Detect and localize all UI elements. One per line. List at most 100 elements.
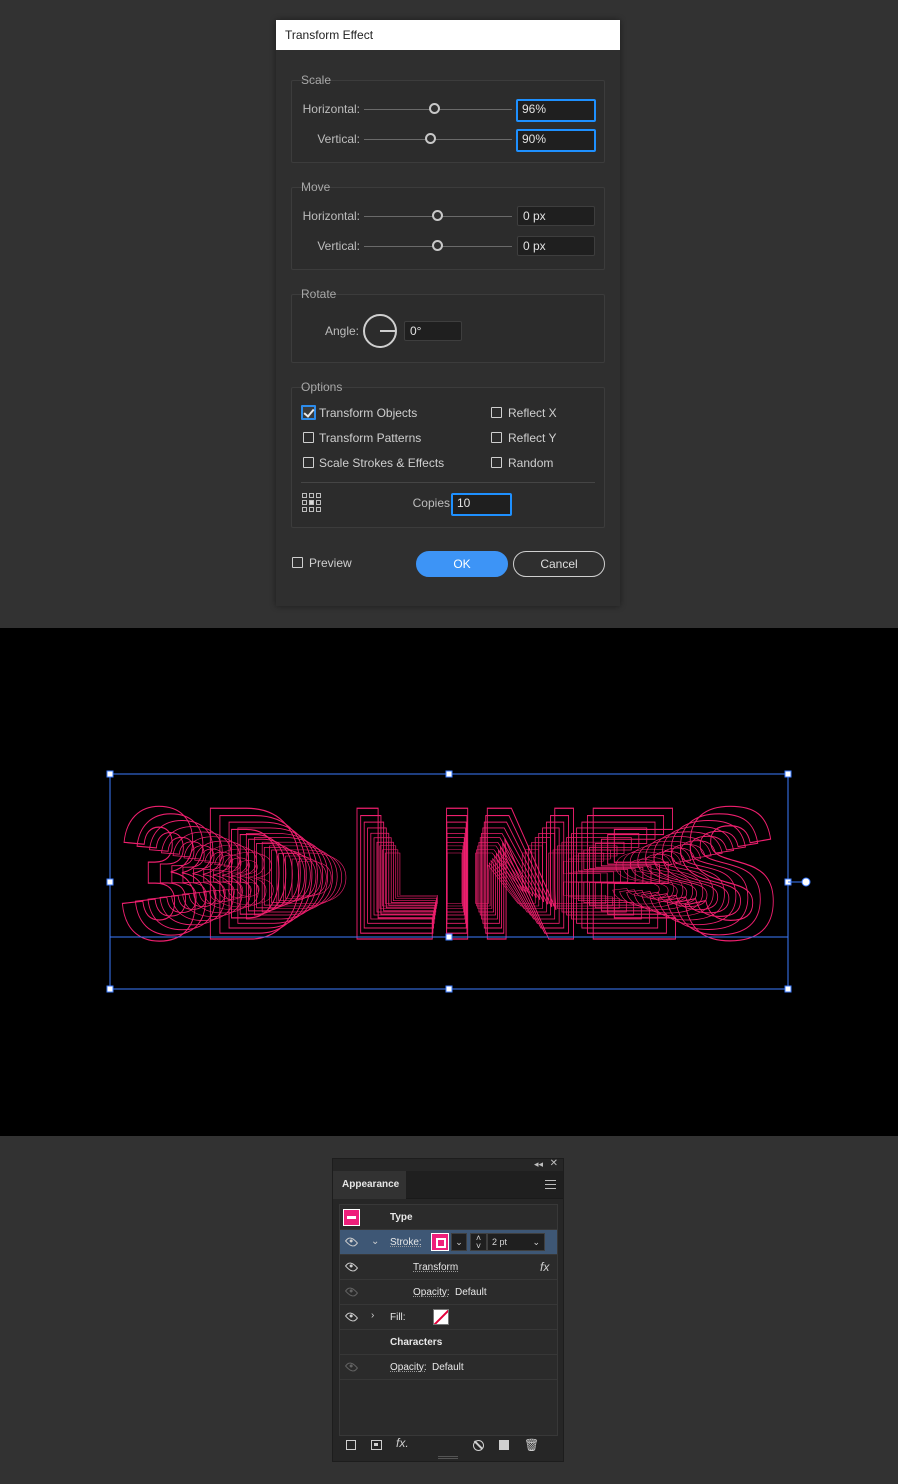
angle-label: Angle: [324, 324, 359, 338]
rotate-group: Rotate Angle: 0° [291, 287, 605, 363]
characters-label[interactable]: Characters [390, 1330, 442, 1355]
reflect-x-checkbox[interactable] [491, 407, 502, 418]
appearance-row-transform[interactable]: Transform fx [340, 1255, 557, 1280]
collapse-panel-icon[interactable]: ◂◂ [534, 1159, 543, 1170]
selection-handle[interactable] [445, 770, 453, 778]
visibility-eye-icon[interactable] [344, 1260, 359, 1274]
scale-vertical-label: Vertical: [317, 132, 360, 146]
reference-point-icon[interactable] [302, 493, 321, 512]
selection-handle[interactable] [445, 933, 453, 941]
reflect-y-checkbox[interactable] [491, 432, 502, 443]
transform-effect-link[interactable]: Transform [413, 1255, 458, 1280]
fill-none-swatch[interactable] [433, 1309, 449, 1325]
selection-handle[interactable] [106, 878, 114, 886]
random-label: Random [508, 456, 554, 470]
artwork-text-copy: 3D LINES [220, 836, 677, 919]
close-panel-icon[interactable]: ✕ [550, 1158, 558, 1169]
ok-button[interactable]: OK [416, 551, 508, 577]
tab-appearance[interactable]: Appearance [333, 1171, 406, 1199]
artwork-svg[interactable]: 3D LINES3D LINES3D LINES3D LINES3D LINES… [0, 628, 898, 1136]
move-group: Move Horizontal: 0 px Vertical: 0 px [291, 180, 605, 270]
stroke-label[interactable]: Stroke: [390, 1230, 422, 1255]
scale-vertical-input[interactable]: 90% [516, 129, 596, 152]
fx-icon[interactable]: fx [540, 1255, 549, 1280]
reflect-y-label: Reflect Y [508, 431, 557, 445]
stroke-weight-dropdown-icon[interactable]: ⌄ [532, 1234, 540, 1250]
cancel-button[interactable]: Cancel [513, 551, 605, 577]
reflect-x-label: Reflect X [508, 406, 557, 420]
angle-dial[interactable] [363, 314, 397, 348]
trash-icon[interactable]: 🗑 [524, 1438, 539, 1452]
options-title: Options [301, 380, 343, 394]
preview-label: Preview [309, 556, 352, 570]
visibility-eye-icon[interactable] [344, 1310, 359, 1324]
dialog-title: Transform Effect [276, 20, 620, 50]
3d-lines-artwork: 3D LINES3D LINES3D LINES3D LINES3D LINES… [118, 767, 779, 980]
type-thumbnail-icon [343, 1209, 360, 1226]
angle-input[interactable]: 0° [404, 321, 462, 341]
appearance-row-fill[interactable]: › Fill: [340, 1305, 557, 1330]
opacity-label[interactable]: Opacity: [390, 1355, 427, 1380]
transform-effect-dialog: Transform Effect Scale Horizontal: 96% V… [276, 20, 620, 606]
scale-vertical-slider-handle[interactable] [425, 133, 436, 144]
type-label: Type [390, 1212, 413, 1223]
chevron-down-icon[interactable]: ⌄ [371, 1236, 379, 1247]
rotate-title: Rotate [301, 287, 337, 301]
options-divider [301, 482, 595, 483]
stroke-weight-input[interactable]: 2 pt ⌄ [487, 1233, 545, 1251]
move-vertical-slider-handle[interactable] [432, 240, 443, 251]
duplicate-item-icon[interactable] [499, 1440, 509, 1450]
transform-objects-label: Transform Objects [319, 406, 418, 420]
appearance-panel: ◂◂ ✕ Appearance Type ⌄ Stroke: ⌄ ˄ ˅ 2 pt… [332, 1158, 564, 1462]
panel-bottom-toolbar: fx. 🗑 [333, 1435, 563, 1461]
panel-resize-grip[interactable] [438, 1456, 458, 1459]
selection-handle[interactable] [784, 985, 792, 993]
transform-patterns-checkbox[interactable] [303, 432, 314, 443]
add-new-stroke-icon[interactable] [346, 1440, 356, 1450]
add-new-fill-icon[interactable] [371, 1440, 382, 1450]
appearance-row-stroke[interactable]: ⌄ Stroke: ⌄ ˄ ˅ 2 pt ⌄ [340, 1230, 557, 1255]
artboard-canvas[interactable]: 3D LINES 3D LINES 3D LINES 3D LINES 3D LINES… [0, 628, 898, 1136]
move-vertical-input[interactable]: 0 px [517, 236, 595, 256]
appearance-row-stroke-opacity[interactable]: Opacity: Default [340, 1280, 557, 1305]
panel-topbar: ◂◂ ✕ [333, 1158, 563, 1171]
stroke-weight-stepper[interactable]: ˄ ˅ [470, 1233, 487, 1251]
appearance-row-type[interactable]: Type [340, 1205, 557, 1230]
move-horizontal-slider-handle[interactable] [432, 210, 443, 221]
appearance-row-characters[interactable]: Characters [340, 1330, 557, 1355]
copies-input[interactable]: 10 [451, 493, 512, 516]
visibility-eye-icon[interactable] [344, 1285, 359, 1299]
opacity-value: Default [432, 1362, 464, 1373]
move-horizontal-input[interactable]: 0 px [517, 206, 595, 226]
selection-handle[interactable] [106, 985, 114, 993]
move-horizontal-label: Horizontal: [302, 209, 360, 223]
move-vertical-label: Vertical: [317, 239, 360, 253]
scale-group: Scale Horizontal: 96% Vertical: 90% [291, 73, 605, 163]
copies-label: Copies [412, 496, 450, 510]
panel-menu-icon[interactable] [545, 1180, 556, 1189]
stroke-color-dropdown[interactable]: ⌄ [451, 1233, 467, 1251]
scale-vertical-slider[interactable] [364, 139, 512, 140]
stroke-weight-value: 2 pt [492, 1237, 508, 1247]
visibility-eye-icon[interactable] [344, 1235, 359, 1249]
type-out-port-icon[interactable] [801, 877, 811, 887]
transform-objects-checkbox[interactable] [301, 405, 316, 420]
selection-handle[interactable] [106, 770, 114, 778]
appearance-row-opacity[interactable]: Opacity: Default [340, 1355, 557, 1380]
visibility-eye-icon[interactable] [344, 1360, 359, 1374]
scale-strokes-checkbox[interactable] [303, 457, 314, 468]
preview-checkbox[interactable] [292, 557, 303, 568]
selection-handle[interactable] [445, 985, 453, 993]
clear-appearance-icon[interactable] [473, 1440, 484, 1451]
scale-strokes-label: Scale Strokes & Effects [319, 456, 445, 470]
add-new-effect-icon[interactable]: fx. [396, 1436, 409, 1450]
random-checkbox[interactable] [491, 457, 502, 468]
fill-label[interactable]: Fill: [390, 1305, 406, 1330]
stroke-color-swatch[interactable] [431, 1233, 449, 1251]
chevron-right-icon[interactable]: › [371, 1310, 374, 1321]
appearance-list: Type ⌄ Stroke: ⌄ ˄ ˅ 2 pt ⌄ Transform fx … [339, 1204, 558, 1436]
opacity-label[interactable]: Opacity: [413, 1280, 450, 1305]
scale-horizontal-slider-handle[interactable] [429, 103, 440, 114]
selection-handle[interactable] [784, 770, 792, 778]
scale-horizontal-input[interactable]: 96% [516, 99, 596, 122]
